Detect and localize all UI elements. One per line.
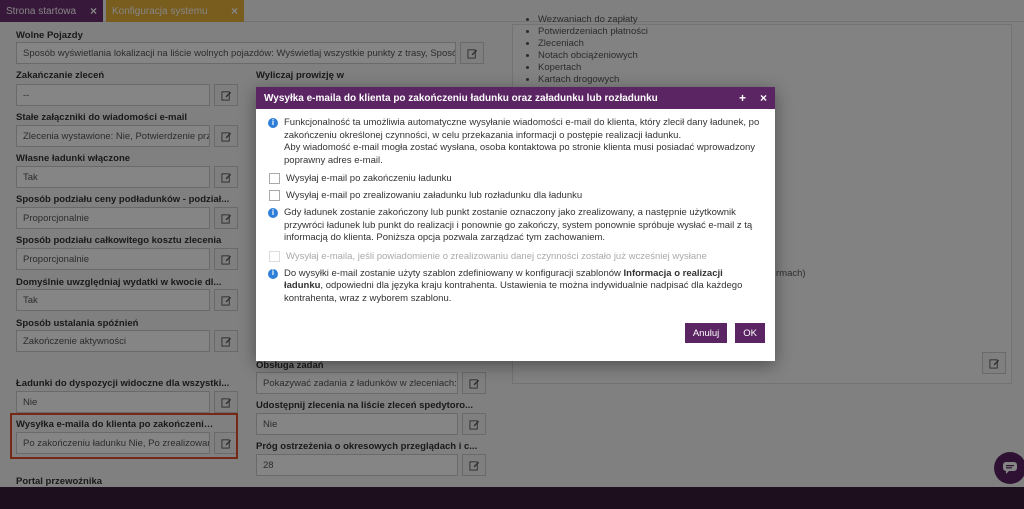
dialog-footer: Anuluj OK: [684, 323, 765, 343]
info-text: , odpowiedni dla języka kraju kontrahent…: [284, 280, 743, 304]
dialog-header: Wysyłka e-maila do klienta po zakończeni…: [256, 87, 775, 109]
checkbox-label: Wysyłaj e-mail po zakończeniu ładunku: [286, 173, 452, 184]
info-block: i Do wysyłki e-mail zostanie użyty szabl…: [268, 268, 763, 306]
checkbox-label: Wysyłaj e-mail po zrealizowaniu załadunk…: [286, 190, 583, 201]
info-icon: i: [268, 268, 278, 279]
dialog-title: Wysyłka e-maila do klienta po zakończeni…: [264, 92, 658, 104]
checkbox-send-after-completion[interactable]: Wysyłaj e-mail po zakończeniu ładunku: [269, 173, 763, 184]
checkbox-label: Wysyłaj e-maila, jeśli powiadomienie o z…: [286, 250, 707, 262]
cancel-button[interactable]: Anuluj: [684, 323, 728, 343]
info-icon: i: [268, 118, 278, 128]
checkbox[interactable]: [269, 250, 280, 262]
info-icon: i: [268, 208, 278, 218]
info-text: Funkcjonalność ta umożliwia automatyczne…: [284, 117, 760, 141]
info-text: Gdy ładunek zostanie zakończony lub punk…: [284, 207, 753, 243]
info-text: Aby wiadomość e-mail mogła zostać wysłan…: [284, 142, 756, 166]
plus-icon[interactable]: +: [739, 91, 746, 105]
info-block: i Funkcjonalność ta umożliwia automatycz…: [268, 117, 763, 167]
info-block: i Gdy ładunek zostanie zakończony lub pu…: [268, 207, 763, 245]
ok-button[interactable]: OK: [735, 323, 765, 343]
close-icon[interactable]: ×: [760, 91, 767, 105]
checkbox[interactable]: [269, 190, 280, 201]
checkbox[interactable]: [269, 173, 280, 184]
checkbox-resend[interactable]: Wysyłaj e-maila, jeśli powiadomienie o z…: [269, 250, 763, 262]
dialog-body: i Funkcjonalność ta umożliwia automatycz…: [256, 109, 775, 319]
info-text: Do wysyłki e-mail zostanie użyty szablon…: [284, 267, 624, 279]
email-settings-dialog: Wysyłka e-maila do klienta po zakończeni…: [256, 87, 775, 361]
checkbox-send-after-loading[interactable]: Wysyłaj e-mail po zrealizowaniu załadunk…: [269, 190, 763, 201]
